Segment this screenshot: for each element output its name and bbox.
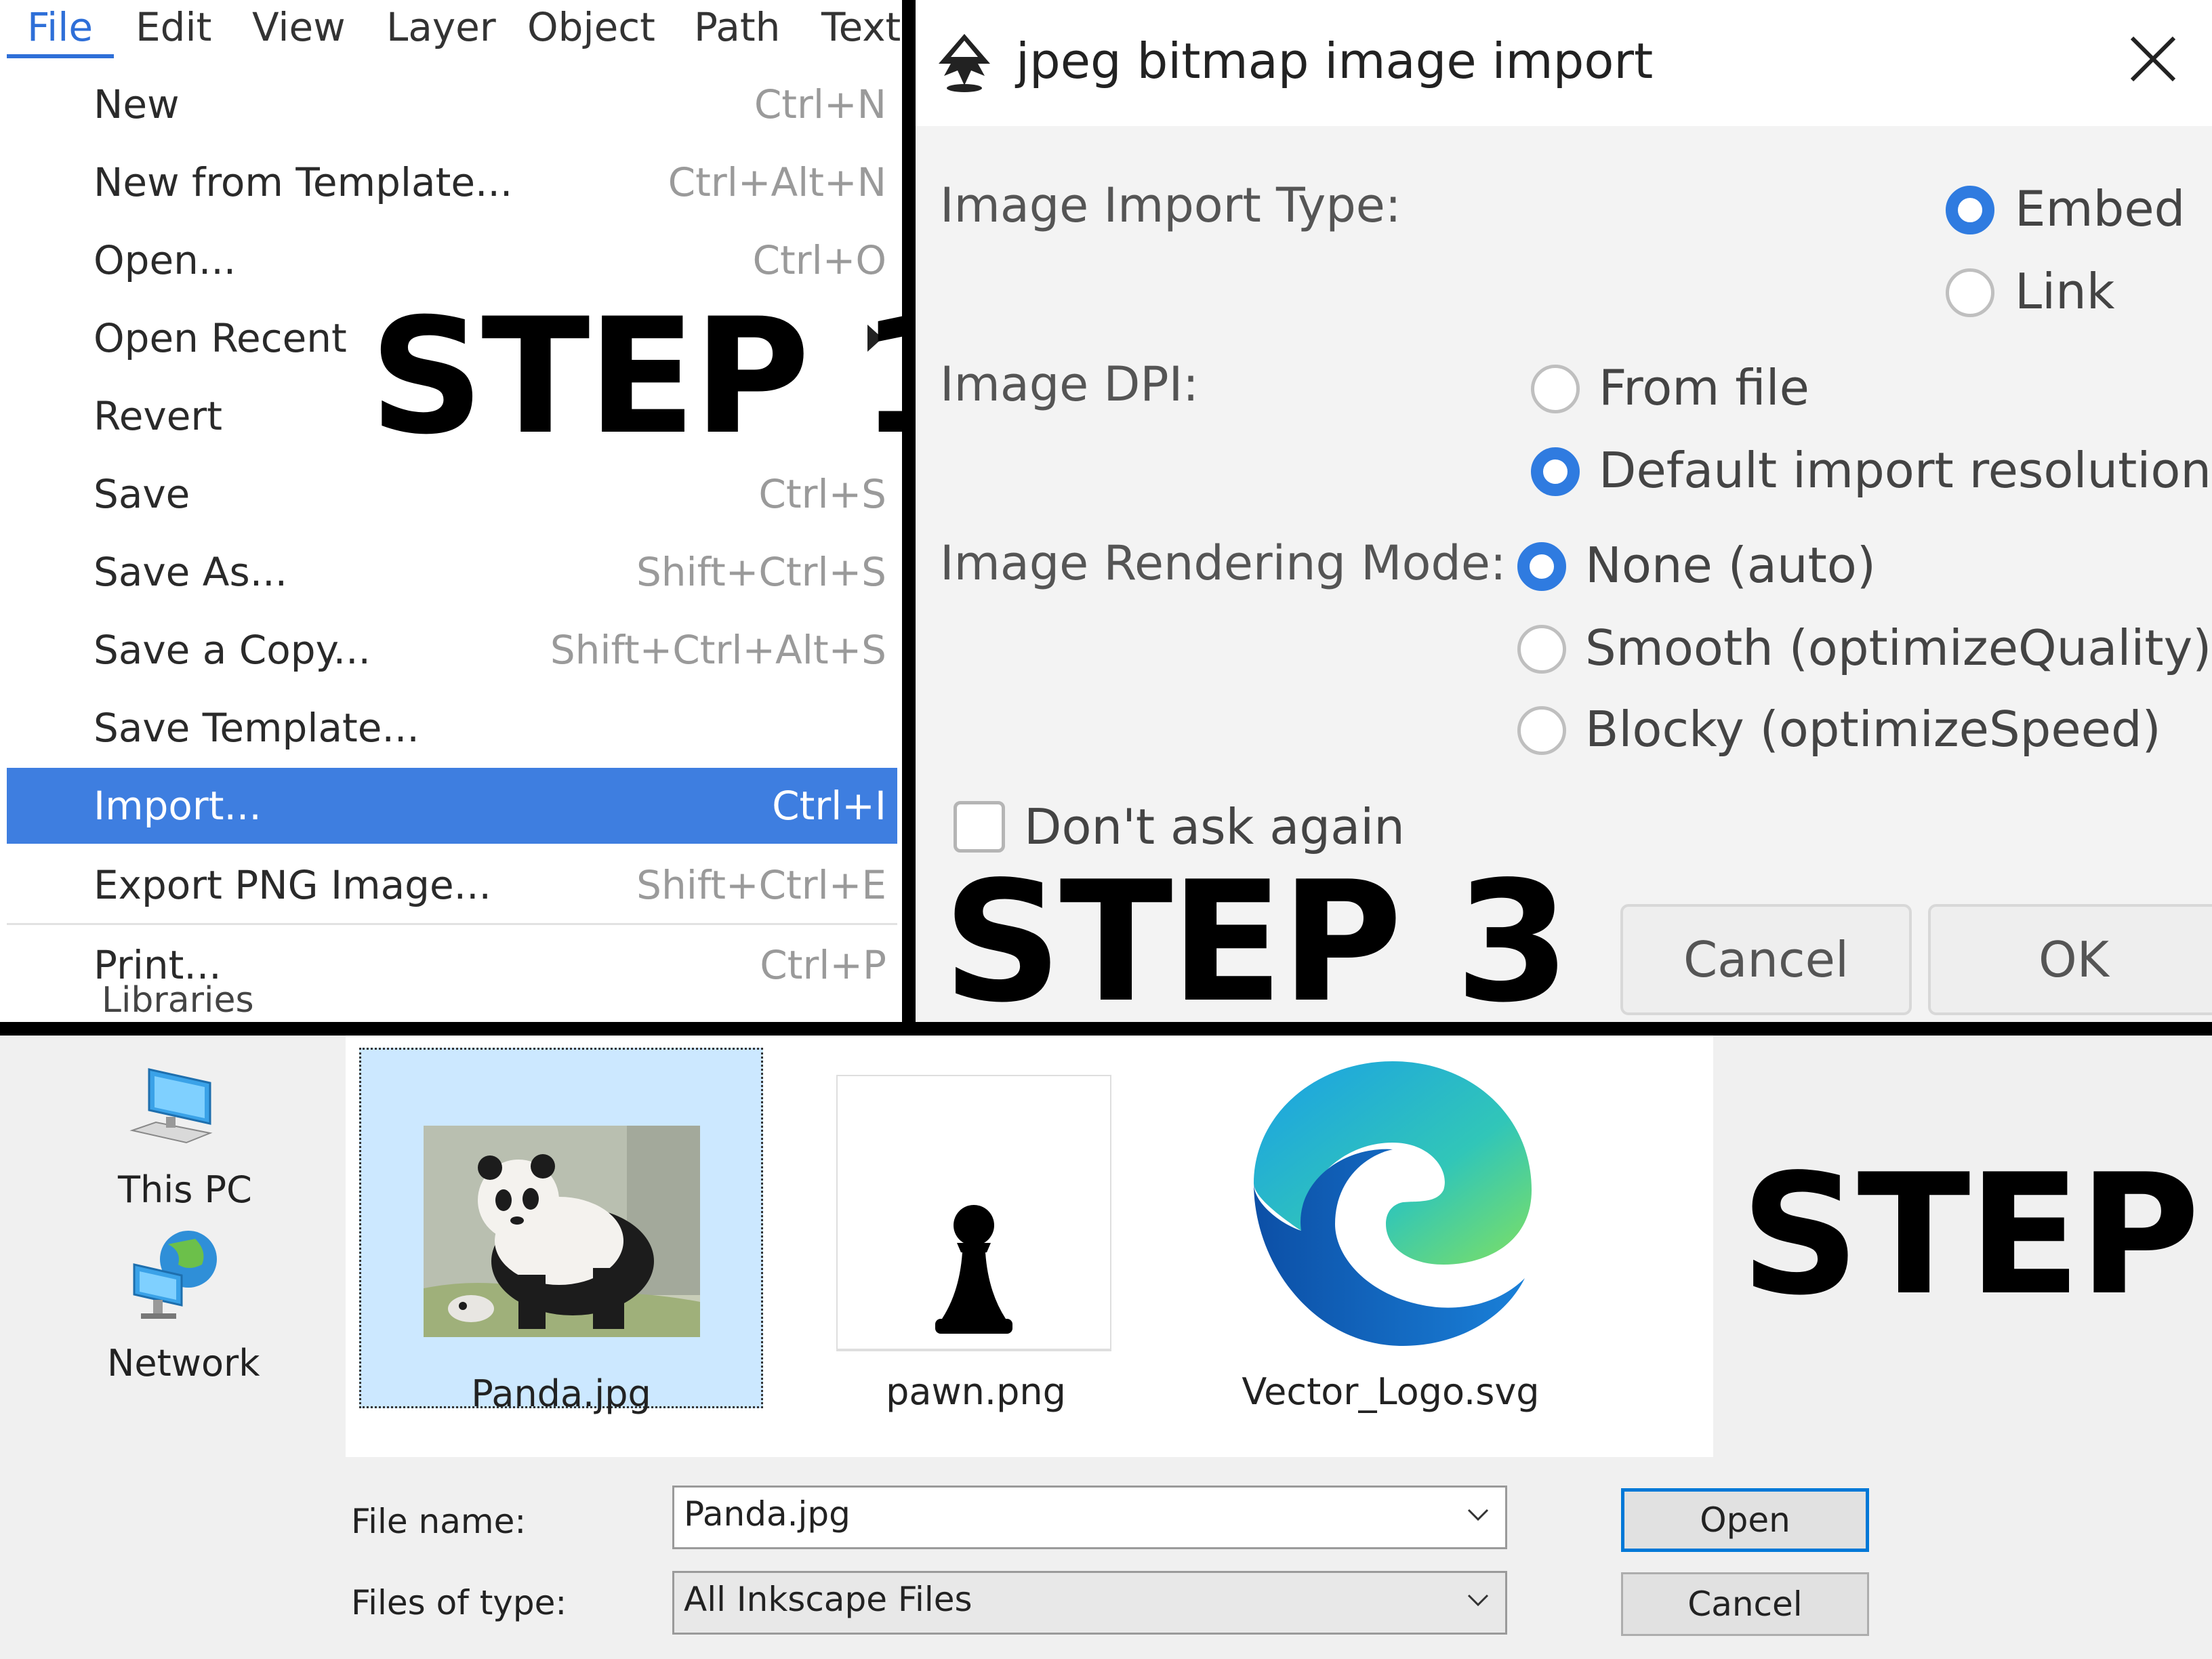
- menu-item-shortcut: Ctrl+P: [760, 942, 886, 988]
- radio-none-auto[interactable]: [1517, 542, 1566, 591]
- radio-default-resolution-label: Default import resolution: [1599, 442, 2212, 499]
- file-name-label: Vector_Logo.svg: [1242, 1370, 1540, 1413]
- menu-item-save-a-copy[interactable]: Save a Copy... Shift+Ctrl+Alt+S: [7, 612, 897, 688]
- close-icon[interactable]: [2123, 28, 2184, 89]
- step-3-label: STEP 3: [943, 846, 1570, 1022]
- nav-this-pc-label: This PC: [118, 1168, 252, 1211]
- menu-item-shortcut: Ctrl+O: [752, 237, 886, 283]
- divider-vertical: [902, 0, 916, 1031]
- dont-ask-again-checkbox[interactable]: [954, 801, 1005, 853]
- chevron-down-icon[interactable]: [1466, 1588, 1490, 1612]
- menubar-object[interactable]: Object: [527, 4, 655, 50]
- menu-item-label: Save Template...: [94, 705, 419, 751]
- menu-item-shortcut: Ctrl+Alt+N: [668, 159, 886, 205]
- dialog-title: jpeg bitmap image import: [1016, 33, 1654, 89]
- computer-icon: [129, 1068, 213, 1144]
- file-name-label: Panda.jpg: [471, 1372, 651, 1415]
- file-name-value: Panda.jpg: [684, 1494, 851, 1534]
- menu-item-label: Export PNG Image...: [94, 862, 491, 908]
- menubar-edit[interactable]: Edit: [136, 4, 211, 50]
- menu-item-label: Save: [94, 471, 190, 517]
- chess-pawn-thumbnail: [836, 1075, 1111, 1351]
- menu-item-label: Import...: [94, 783, 262, 829]
- menu-item-label: New from Template...: [94, 159, 513, 205]
- file-item-vector-logo[interactable]: Vector_Logo.svg: [1189, 1048, 1593, 1413]
- import-dialog: jpeg bitmap image import Image Import Ty…: [916, 0, 2212, 1022]
- file-item-panda[interactable]: Panda.jpg: [359, 1048, 763, 1415]
- menu-item-label: Revert: [94, 393, 222, 439]
- dialog-ok-button[interactable]: OK: [1928, 904, 2212, 1015]
- menu-item-shortcut: Ctrl+I: [772, 783, 886, 829]
- chevron-down-icon[interactable]: [1466, 1502, 1490, 1527]
- menu-item-label: New: [94, 81, 180, 127]
- panda-photo-thumbnail: [424, 1126, 700, 1337]
- menu-item-shortcut: Ctrl+N: [754, 81, 886, 127]
- import-type-label: Image Import Type:: [940, 178, 1401, 233]
- nav-item-network[interactable]: Network: [27, 1212, 346, 1401]
- menu-item-save-as[interactable]: Save As... Shift+Ctrl+S: [7, 534, 897, 610]
- radio-default-resolution[interactable]: [1531, 447, 1580, 496]
- menu-item-new-from-template[interactable]: New from Template... Ctrl+Alt+N: [7, 144, 897, 220]
- menubar: File Edit View Layer Object Path Text: [0, 0, 902, 58]
- radio-link[interactable]: [1946, 268, 1994, 317]
- radio-from-file-label: From file: [1599, 359, 1809, 416]
- menu-item-shortcut: Ctrl+S: [758, 471, 886, 517]
- dialog-cancel-button[interactable]: Cancel: [1620, 904, 1912, 1015]
- radio-blocky[interactable]: [1517, 706, 1566, 755]
- menu-item-label: Save As...: [94, 549, 288, 595]
- open-dialog-cancel-button[interactable]: Cancel: [1621, 1572, 1869, 1636]
- step-1-label: STEP 1: [369, 285, 902, 470]
- radio-link-label: Link: [2015, 263, 2115, 320]
- menu-item-new[interactable]: New Ctrl+N: [7, 66, 897, 142]
- step-2-label: STEP 2: [1740, 1139, 2212, 1332]
- menubar-view[interactable]: View: [252, 4, 346, 50]
- radio-embed[interactable]: [1946, 186, 1994, 234]
- nav-network-label: Network: [107, 1342, 260, 1385]
- radio-from-file[interactable]: [1531, 365, 1580, 413]
- file-name-field-label: File name:: [351, 1502, 527, 1541]
- menubar-text[interactable]: Text: [821, 4, 901, 50]
- file-item-pawn[interactable]: pawn.png: [774, 1048, 1178, 1413]
- open-button[interactable]: Open: [1621, 1488, 1869, 1552]
- active-menu-underline: [7, 54, 114, 58]
- menu-item-save-template[interactable]: Save Template...: [7, 690, 897, 766]
- menubar-layer[interactable]: Layer: [386, 4, 496, 50]
- file-name-label: pawn.png: [886, 1370, 1066, 1413]
- image-dpi-label: Image DPI:: [940, 356, 1199, 412]
- menu-item-export-png[interactable]: Export PNG Image... Shift+Ctrl+E: [7, 847, 897, 923]
- menu-item-import[interactable]: Import... Ctrl+I: [7, 768, 897, 844]
- navigation-pane: This PC Network: [27, 1036, 346, 1659]
- menu-item-shortcut: Shift+Ctrl+S: [636, 549, 886, 595]
- rendering-mode-label: Image Rendering Mode:: [940, 535, 1507, 591]
- file-name-input[interactable]: Panda.jpg: [672, 1486, 1507, 1549]
- nav-item-this-pc[interactable]: This PC: [27, 1036, 346, 1212]
- menu-separator: [7, 923, 897, 925]
- menubar-file[interactable]: File: [27, 4, 93, 50]
- file-menu-panel: File Edit View Layer Object Path Text Ne…: [0, 0, 902, 1022]
- radio-smooth-label: Smooth (optimizeQuality): [1585, 619, 2212, 676]
- file-type-field-label: Files of type:: [351, 1583, 567, 1622]
- inkscape-icon: [939, 34, 990, 92]
- menu-item-shortcut: Shift+Ctrl+E: [636, 862, 886, 908]
- dialog-titlebar: jpeg bitmap image import: [916, 0, 2212, 126]
- radio-smooth[interactable]: [1517, 625, 1566, 674]
- menubar-path[interactable]: Path: [694, 4, 780, 50]
- divider-horizontal: [0, 1022, 2212, 1036]
- radio-embed-label: Embed: [2015, 180, 2186, 237]
- edge-logo-thumbnail: [1254, 1061, 1532, 1346]
- radio-blocky-label: Blocky (optimizeSpeed): [1585, 701, 2161, 758]
- open-file-dialog: This PC Network Panda.jpg pawn.png Vecto…: [0, 1036, 2212, 1659]
- file-list: Panda.jpg pawn.png Vector_Logo.svg: [346, 1036, 1713, 1457]
- clipped-libraries-text: Libraries: [102, 980, 254, 1021]
- radio-none-auto-label: None (auto): [1585, 537, 1876, 594]
- file-type-select[interactable]: All Inkscape Files: [672, 1571, 1507, 1635]
- menu-item-label: Open Recent: [94, 315, 347, 361]
- network-icon: [133, 1231, 217, 1319]
- menu-item-shortcut: Shift+Ctrl+Alt+S: [550, 627, 886, 673]
- menu-item-label: Open...: [94, 237, 237, 283]
- menu-item-label: Save a Copy...: [94, 627, 371, 673]
- file-type-value: All Inkscape Files: [684, 1580, 972, 1619]
